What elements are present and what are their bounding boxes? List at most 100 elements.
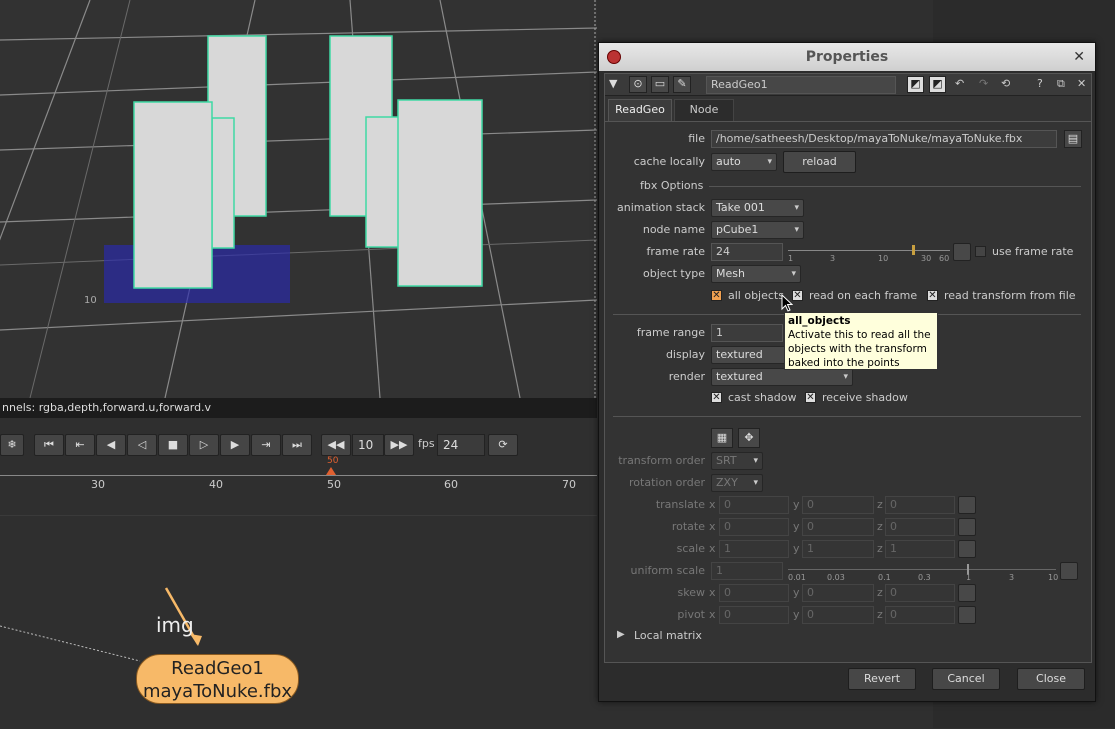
skew-x-input[interactable]: 0 <box>719 584 789 602</box>
node-graph[interactable]: img ReadGeo1 mayaToNuke.fbx <box>0 515 597 728</box>
file-label: file <box>688 132 705 145</box>
rotation-order-dropdown[interactable]: ZXY <box>711 474 763 492</box>
translate-curve-icon[interactable] <box>958 496 976 514</box>
translate-z-input[interactable]: 0 <box>885 496 955 514</box>
channels-bar: nnels: rgba,depth,forward.u,forward.v <box>0 398 597 418</box>
file-input[interactable]: /home/satheesh/Desktop/mayaToNuke/mayaTo… <box>711 130 1057 148</box>
scale-y-input[interactable]: 1 <box>802 540 874 558</box>
uniform-scale-curve-icon[interactable] <box>1060 562 1078 580</box>
pivot-x-input[interactable]: 0 <box>719 606 789 624</box>
rotate-label: rotate <box>671 520 705 533</box>
timeline[interactable]: 50 30 40 50 60 70 <box>0 456 597 492</box>
readgeo-node[interactable]: ReadGeo1 mayaToNuke.fbx <box>136 654 299 704</box>
node-name-dropdown[interactable]: pCube1 <box>711 221 804 239</box>
receive-shadow-checkbox[interactable]: ✕ <box>805 392 816 403</box>
uniform-scale-slider[interactable] <box>788 569 1056 570</box>
stop-button[interactable]: ■ <box>158 434 188 456</box>
close-button[interactable]: Close <box>1017 668 1085 690</box>
animation-curve-icon[interactable] <box>953 243 971 261</box>
frame-rate-input[interactable]: 24 <box>711 243 783 261</box>
close-node-icon[interactable]: ✕ <box>1077 77 1086 90</box>
revert-button[interactable]: Revert <box>848 668 916 690</box>
all-objects-checkbox[interactable]: ✕ <box>711 290 722 301</box>
rotate-x-input[interactable]: 0 <box>719 518 789 536</box>
frame-rate-slider-handle[interactable] <box>912 245 915 255</box>
prev-keyframe-button[interactable]: ⇤ <box>65 434 95 456</box>
next-frame-button[interactable]: ▶ <box>220 434 250 456</box>
node-name-field[interactable]: ReadGeo1 <box>706 76 896 94</box>
tab-readgeo[interactable]: ReadGeo <box>608 99 672 121</box>
wrench-icon[interactable]: ✎ <box>673 76 691 93</box>
first-frame-button[interactable]: ⏮ <box>34 434 64 456</box>
render-dropdown[interactable]: textured <box>711 368 853 386</box>
panel-titlebar[interactable]: Properties ✕ <box>599 43 1095 71</box>
color-swatch-icon[interactable]: ◩ <box>907 76 924 93</box>
pivot-curve-icon[interactable] <box>958 606 976 624</box>
uniform-scale-input[interactable]: 1 <box>711 562 783 580</box>
frame-range-label: frame range <box>636 326 705 339</box>
animation-stack-dropdown[interactable]: Take 001 <box>711 199 804 217</box>
gl-color-icon[interactable]: ◩ <box>929 76 946 93</box>
step-forward-button[interactable]: ▶▶ <box>384 434 414 456</box>
play-backward-button[interactable]: ◁ <box>127 434 157 456</box>
step-back-button[interactable]: ◀◀ <box>321 434 351 456</box>
axis-icon[interactable]: ✥ <box>738 428 760 448</box>
redo-icon[interactable]: ↷ <box>979 77 988 90</box>
last-frame-button[interactable]: ⏭ <box>282 434 312 456</box>
close-icon[interactable]: ✕ <box>1073 43 1085 71</box>
read-each-frame-checkbox[interactable]: ✕ <box>792 290 803 301</box>
center-icon[interactable]: ⊙ <box>629 76 647 93</box>
cancel-button[interactable]: Cancel <box>932 668 1000 690</box>
rotate-z-input[interactable]: 0 <box>885 518 955 536</box>
local-matrix-toggle[interactable]: Local matrix <box>634 628 702 644</box>
frame-rate-slider[interactable] <box>788 250 950 251</box>
snowflake-button[interactable]: ❄ <box>0 434 24 456</box>
playhead-marker[interactable] <box>326 467 336 475</box>
help-icon[interactable]: ? <box>1037 77 1043 90</box>
loop-button[interactable]: ⟳ <box>488 434 518 456</box>
pivot-z-input[interactable]: 0 <box>885 606 955 624</box>
viewer-3d[interactable]: 10 <box>0 0 597 398</box>
cast-shadow-label: cast shadow <box>728 391 797 404</box>
transform-order-dropdown[interactable]: SRT <box>711 452 763 470</box>
ruler-tick: 50 <box>327 478 341 491</box>
tab-node[interactable]: Node <box>674 99 734 121</box>
node-toolbar: ▼ ⊙ ▭ ✎ ReadGeo1 ◩ ◩ ↶ ↷ ⟲ ? ⧉ ✕ <box>605 74 1091 96</box>
frame-range-input[interactable]: 1 <box>711 324 783 342</box>
cache-dropdown[interactable]: auto <box>711 153 777 171</box>
matrix-icon[interactable]: ▦ <box>711 428 733 448</box>
expand-icon[interactable]: ▶ <box>617 629 625 640</box>
scale-curve-icon[interactable] <box>958 540 976 558</box>
undo-icon[interactable]: ↶ <box>955 77 964 90</box>
use-frame-rate-checkbox[interactable] <box>975 246 986 257</box>
translate-x-input[interactable]: 0 <box>719 496 789 514</box>
translate-label: translate <box>655 498 705 511</box>
translate-y-input[interactable]: 0 <box>802 496 874 514</box>
folder-icon[interactable]: ▤ <box>1064 130 1082 148</box>
rotate-curve-icon[interactable] <box>958 518 976 536</box>
next-keyframe-button[interactable]: ⇥ <box>251 434 281 456</box>
frame-increment-input[interactable]: 10 <box>352 434 384 456</box>
skew-z-input[interactable]: 0 <box>885 584 955 602</box>
cast-shadow-checkbox[interactable]: ✕ <box>711 392 722 403</box>
float-icon[interactable]: ⧉ <box>1057 77 1065 91</box>
rotate-y-input[interactable]: 0 <box>802 518 874 536</box>
skew-y-input[interactable]: 0 <box>802 584 874 602</box>
reload-button[interactable]: reload <box>783 151 856 173</box>
collapse-icon[interactable]: ▼ <box>609 77 617 90</box>
nuke-logo-icon <box>607 50 621 64</box>
object-type-dropdown[interactable]: Mesh <box>711 265 801 283</box>
input-icon[interactable]: ▭ <box>651 76 669 93</box>
scale-x-input[interactable]: 1 <box>719 540 789 558</box>
revert-icon[interactable]: ⟲ <box>1001 77 1010 90</box>
prev-frame-button[interactable]: ◀ <box>96 434 126 456</box>
tooltip-text: Activate this to read all the objects wi… <box>788 329 931 369</box>
node-name-label: node name <box>642 223 705 236</box>
scale-z-input[interactable]: 1 <box>885 540 955 558</box>
read-each-frame-label: read on each frame <box>809 289 918 302</box>
fps-input[interactable]: 24 <box>437 434 485 456</box>
skew-curve-icon[interactable] <box>958 584 976 602</box>
pivot-y-input[interactable]: 0 <box>802 606 874 624</box>
read-transform-checkbox[interactable]: ✕ <box>927 290 938 301</box>
play-forward-button[interactable]: ▷ <box>189 434 219 456</box>
